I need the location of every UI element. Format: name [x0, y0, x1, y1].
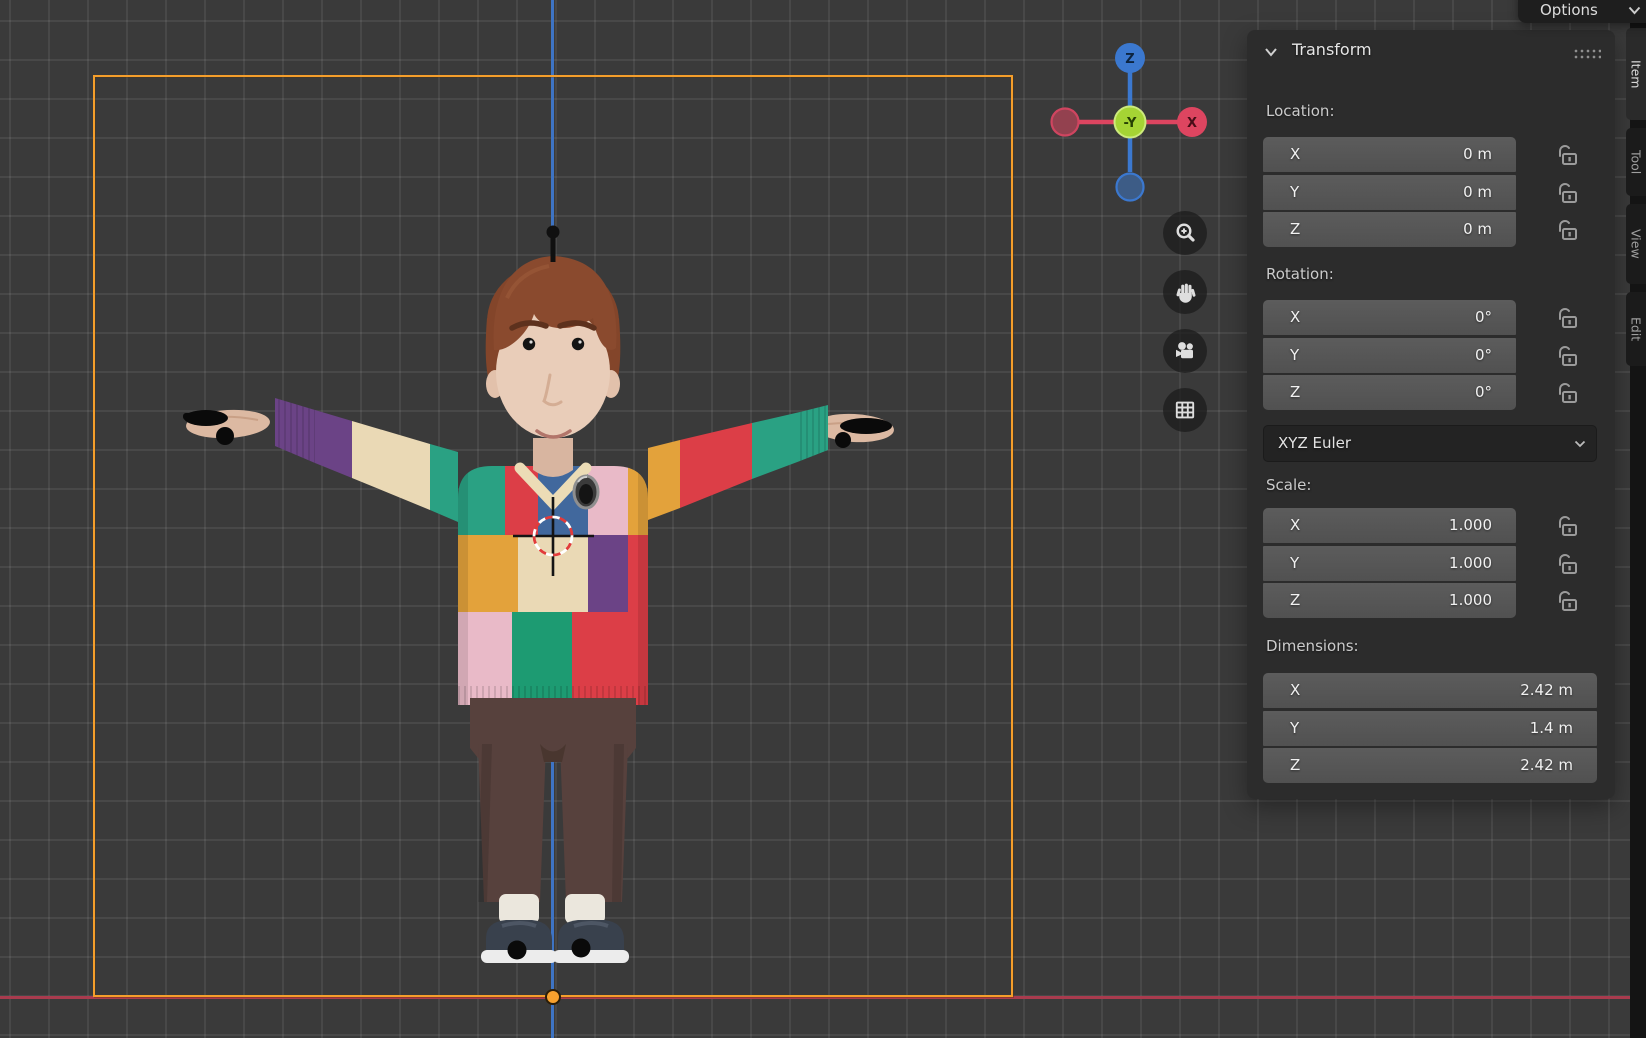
lock-scale-y-icon[interactable] [1553, 549, 1583, 579]
lock-rotation-y-icon[interactable] [1553, 341, 1583, 371]
tab-view-label: View [1629, 229, 1644, 259]
axis-label: Z [1290, 583, 1300, 618]
rotation-mode-dropdown[interactable]: XYZ Euler [1263, 425, 1597, 462]
gizmo-neg-y-ball[interactable]: -Y [1115, 107, 1146, 138]
neck [533, 438, 573, 477]
location-section-label: Location: [1266, 102, 1335, 124]
tab-tool-label: Tool [1629, 150, 1644, 174]
scale-z-field[interactable]: Z 1.000 [1263, 583, 1516, 618]
shoes [481, 920, 629, 963]
rotation-mode-value: XYZ Euler [1278, 426, 1351, 461]
tab-item[interactable]: Item [1626, 28, 1646, 120]
axis-value: 1.000 [1449, 546, 1492, 581]
panel-collapse-chevron-icon[interactable] [1264, 47, 1278, 57]
selected-character-object[interactable] [170, 215, 930, 1000]
tab-view[interactable]: View [1626, 204, 1646, 284]
scale-x-field[interactable]: X 1.000 [1263, 508, 1516, 543]
axis-value: 1.4 m [1530, 711, 1573, 746]
chevron-down-icon [1628, 6, 1641, 15]
location-z-field[interactable]: Z 0 m [1263, 212, 1516, 247]
gizmo-x-ball[interactable]: X [1177, 107, 1207, 137]
gizmo-neg-y-label: -Y [1124, 116, 1137, 131]
location-x-field[interactable]: X 0 m [1263, 137, 1516, 172]
axis-label: Y [1290, 338, 1299, 373]
lock-scale-x-icon[interactable] [1553, 511, 1583, 541]
dimensions-section-label: Dimensions: [1266, 637, 1359, 659]
axis-value: 0° [1475, 375, 1492, 410]
zoom-icon [1173, 221, 1197, 245]
chevron-down-icon [1574, 440, 1586, 448]
tab-item-label: Item [1629, 60, 1644, 88]
axis-value: 1.000 [1449, 508, 1492, 543]
axis-label: X [1290, 300, 1300, 335]
options-button-label: Options [1540, 1, 1598, 19]
head [486, 256, 621, 438]
lock-rotation-x-icon[interactable] [1553, 303, 1583, 333]
axis-value: 2.42 m [1520, 748, 1573, 783]
axis-value: 0 m [1463, 137, 1492, 172]
lock-location-x-icon[interactable] [1553, 140, 1583, 170]
axis-value: 0 m [1463, 175, 1492, 210]
axis-label: Z [1290, 212, 1300, 247]
dimensions-x-field[interactable]: X 2.42 m [1263, 673, 1597, 708]
rotation-z-field[interactable]: Z 0° [1263, 375, 1516, 410]
axis-label: Z [1290, 748, 1300, 783]
camera-icon [1173, 339, 1197, 363]
rotation-y-field[interactable]: Y 0° [1263, 338, 1516, 373]
axis-label: Y [1290, 711, 1299, 746]
axis-value: 0 m [1463, 212, 1492, 247]
view-axis-gizmo[interactable]: Z X -Y [1040, 35, 1210, 205]
panel-grip-handle[interactable] [1573, 48, 1601, 59]
gizmo-x-label: X [1187, 116, 1197, 131]
scale-section-label: Scale: [1266, 476, 1311, 498]
camera-view-button[interactable] [1163, 329, 1207, 373]
axis-value: 1.000 [1449, 583, 1492, 618]
axis-value: 2.42 m [1520, 673, 1573, 708]
dimensions-y-field[interactable]: Y 1.4 m [1263, 711, 1597, 746]
rotation-x-field[interactable]: X 0° [1263, 300, 1516, 335]
lock-location-y-icon[interactable] [1553, 178, 1583, 208]
axis-value: 0° [1475, 300, 1492, 335]
panel-title: Transform [1292, 40, 1372, 59]
options-button[interactable]: Options [1518, 0, 1646, 23]
pants [470, 698, 636, 902]
transform-panel: Transform Location: X 0 m Y 0 m Z 0 m Ro… [1247, 30, 1615, 799]
pan-hand-icon [1173, 280, 1197, 304]
axis-label: X [1290, 673, 1300, 708]
axis-label: X [1290, 508, 1300, 543]
gizmo-neg-x-ball[interactable] [1052, 109, 1079, 136]
gizmo-neg-z-ball[interactable] [1117, 174, 1144, 201]
object-origin-dot [545, 989, 561, 1005]
right-sleeve [648, 405, 828, 520]
zoom-button[interactable] [1163, 211, 1207, 255]
axis-label: Y [1290, 546, 1299, 581]
grid-ortho-icon [1173, 398, 1197, 422]
ortho-toggle-button[interactable] [1163, 388, 1207, 432]
pan-button[interactable] [1163, 270, 1207, 314]
tab-edit-label: Edit [1629, 317, 1644, 341]
scale-y-field[interactable]: Y 1.000 [1263, 546, 1516, 581]
gizmo-z-label: Z [1125, 52, 1134, 67]
axis-value: 0° [1475, 338, 1492, 373]
axis-label: Y [1290, 175, 1299, 210]
left-sleeve [275, 398, 458, 522]
rotation-section-label: Rotation: [1266, 265, 1334, 287]
axis-label: Z [1290, 375, 1300, 410]
location-y-field[interactable]: Y 0 m [1263, 175, 1516, 210]
pendant [574, 476, 598, 508]
lock-rotation-z-icon[interactable] [1553, 378, 1583, 408]
lock-location-z-icon[interactable] [1553, 215, 1583, 245]
gizmo-z-ball[interactable]: Z [1115, 43, 1145, 73]
axis-label: X [1290, 137, 1300, 172]
socks [499, 894, 605, 924]
lock-scale-z-icon[interactable] [1553, 586, 1583, 616]
dimensions-z-field[interactable]: Z 2.42 m [1263, 748, 1597, 783]
tab-edit[interactable]: Edit [1626, 292, 1646, 366]
tab-tool[interactable]: Tool [1626, 128, 1646, 196]
